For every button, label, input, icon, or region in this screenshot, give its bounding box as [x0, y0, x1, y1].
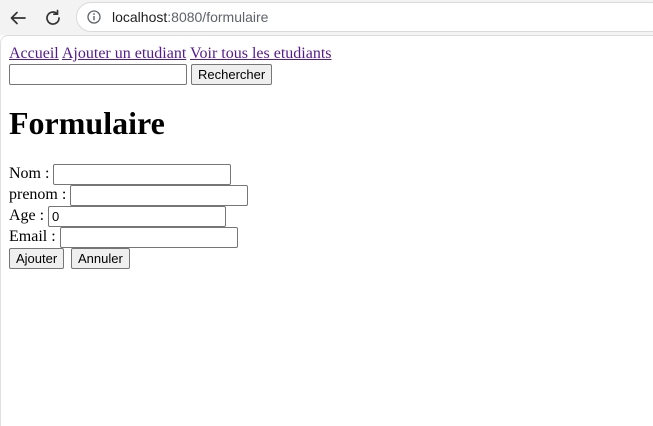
reload-button[interactable]	[40, 5, 66, 31]
page-content: Accueil Ajouter un etudiant Voir tous le…	[9, 45, 332, 269]
page-viewport: Accueil Ajouter un etudiant Voir tous le…	[0, 35, 653, 426]
back-button[interactable]	[5, 5, 31, 31]
address-bar[interactable]: localhost:8080/formulaire	[76, 2, 653, 32]
nav-link-voir-etudiants[interactable]: Voir tous les etudiants	[190, 45, 331, 62]
search-button[interactable]: Rechercher	[191, 64, 273, 85]
search-input[interactable]	[9, 64, 187, 85]
url-path: :8080/formulaire	[167, 9, 269, 25]
ajouter-button[interactable]: Ajouter	[9, 248, 65, 269]
annuler-button[interactable]: Annuler	[71, 248, 130, 269]
reload-icon	[46, 9, 60, 25]
nav-link-ajouter-etudiant[interactable]: Ajouter un etudiant	[62, 45, 186, 62]
nav-menu: Accueil Ajouter un etudiant Voir tous le…	[9, 45, 332, 63]
browser-toolbar: localhost:8080/formulaire	[0, 0, 653, 35]
url-host: localhost	[112, 9, 168, 25]
age-input[interactable]	[48, 206, 226, 227]
nom-input[interactable]	[53, 164, 231, 185]
prenom-input[interactable]	[70, 185, 248, 206]
email-input[interactable]	[60, 227, 238, 248]
nom-label: Nom :	[9, 165, 50, 182]
nav-link-accueil[interactable]: Accueil	[9, 45, 59, 62]
age-label: Age :	[9, 207, 45, 224]
info-icon[interactable]	[87, 10, 101, 24]
back-arrow-icon	[10, 11, 26, 25]
email-label: Email :	[9, 228, 56, 245]
prenom-label: prenom :	[9, 186, 67, 203]
url-text[interactable]: localhost:8080/formulaire	[112, 9, 268, 25]
page-title: Formulaire	[9, 105, 165, 141]
